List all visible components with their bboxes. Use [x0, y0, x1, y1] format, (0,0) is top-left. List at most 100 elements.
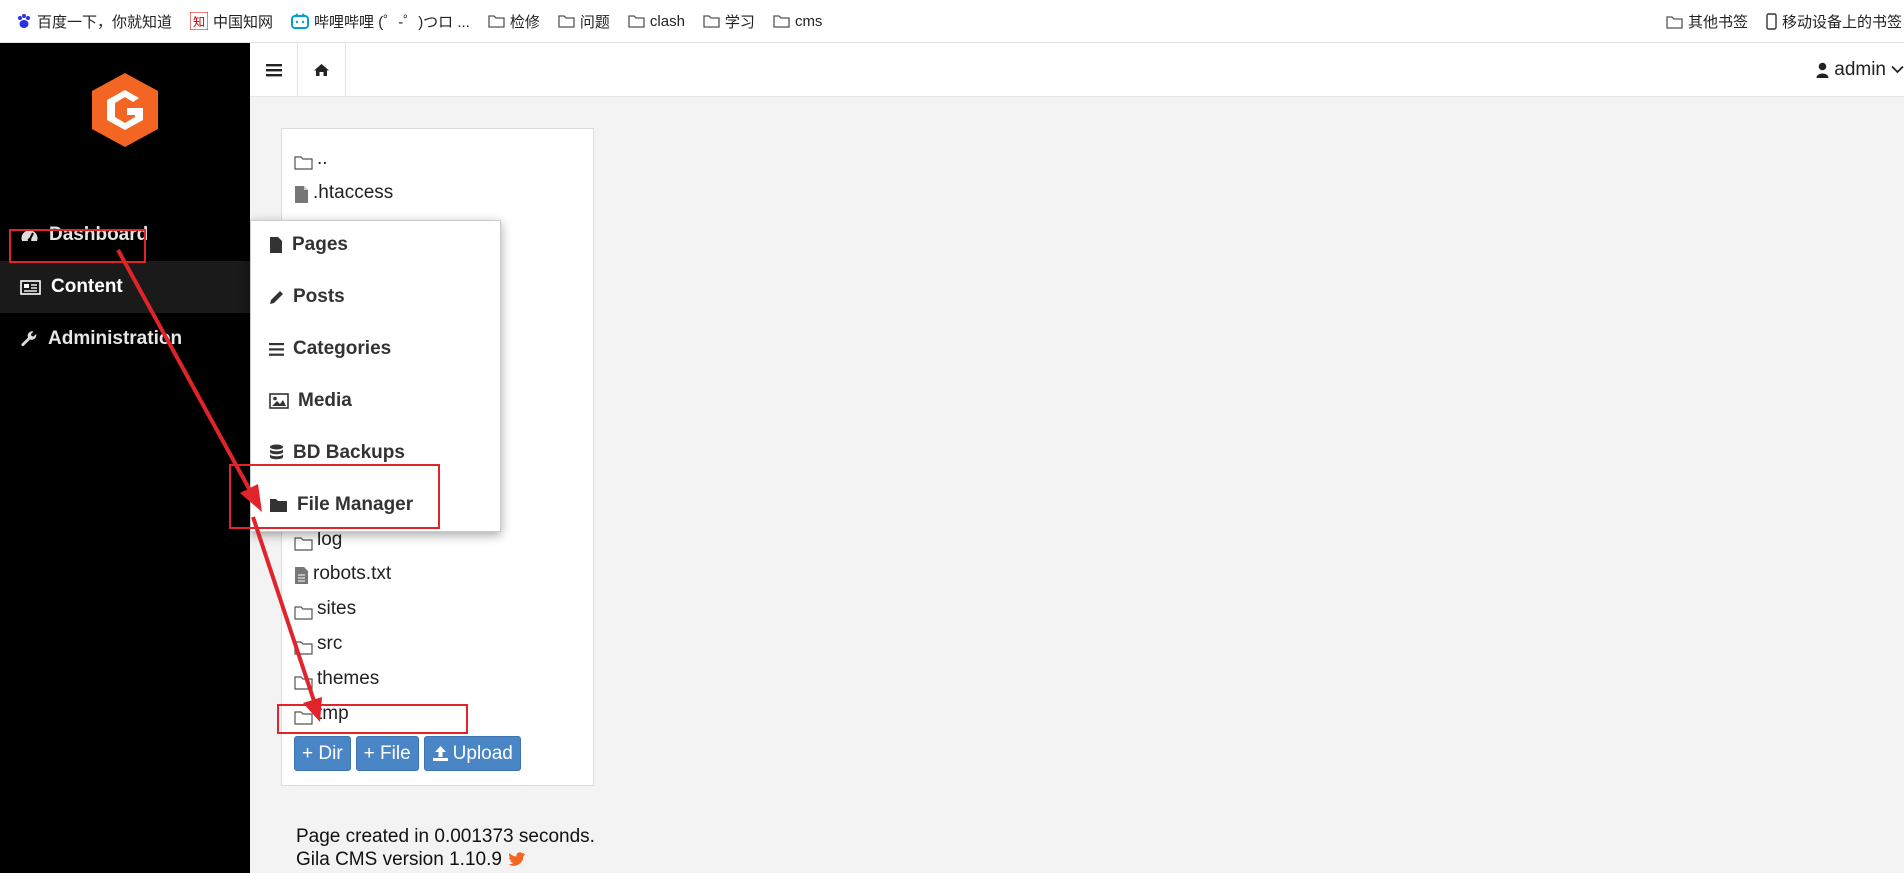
sidebar-item-administration[interactable]: Administration	[0, 313, 250, 365]
file-entry-name: themes	[317, 668, 380, 689]
submenu-item-label: Categories	[293, 338, 392, 359]
add-dir-label: + Dir	[302, 742, 343, 764]
folder-icon	[488, 15, 505, 28]
file-entry[interactable]: sites	[294, 598, 356, 620]
file-icon	[270, 237, 282, 253]
bookmark-other[interactable]: 其他书签	[1666, 0, 1748, 43]
mobile-phone-icon	[1766, 13, 1777, 30]
gila-logo	[89, 71, 161, 154]
text-file-icon	[295, 567, 308, 584]
submenu-item-db-backups[interactable]: BD Backups	[269, 442, 405, 464]
folder-outline-icon	[294, 711, 313, 725]
file-entry[interactable]: themes	[294, 668, 379, 690]
bookmark-label: 中国知网	[213, 13, 274, 31]
file-entry[interactable]: src	[294, 633, 342, 655]
file-entry-name: log	[317, 529, 343, 550]
top-bar: admin	[250, 43, 1904, 97]
sidebar: Dashboard Content Administration	[0, 43, 250, 873]
gila-logo-icon	[92, 73, 158, 147]
home-icon	[314, 63, 329, 76]
folder-outline-icon	[294, 641, 313, 655]
file-icon	[295, 186, 308, 203]
bookmark-label: 哔哩哔哩 (゜-゜)つロ ...	[314, 13, 470, 31]
bookmark-label: cms	[794, 12, 823, 30]
bookmark-mobile-label: 移动设备上的书签	[1782, 14, 1903, 31]
bookmark-cnki[interactable]: 知 中国知网	[190, 11, 273, 32]
database-icon	[270, 444, 283, 460]
bookmark-folder-xuexi[interactable]: 学习	[703, 11, 755, 32]
add-dir-button[interactable]: + Dir	[294, 736, 351, 771]
svg-text:知: 知	[193, 15, 205, 29]
file-entry[interactable]: robots.txt	[294, 563, 391, 585]
file-entry-name: tmp	[317, 703, 349, 724]
dashboard-icon	[21, 230, 38, 242]
user-menu[interactable]: admin	[1816, 43, 1904, 96]
baidu-paw-icon	[18, 14, 30, 28]
add-file-button[interactable]: + File	[355, 736, 419, 771]
sidebar-item-label: Administration	[48, 328, 183, 349]
hamburger-icon	[265, 63, 282, 76]
user-name: admin	[1834, 58, 1886, 80]
folder-outline-icon	[294, 537, 313, 551]
image-icon	[269, 393, 289, 409]
bookmark-folder-cms[interactable]: cms	[773, 12, 823, 30]
bookmark-folder-jianxiu[interactable]: 检修	[488, 11, 540, 32]
file-entry-name: robots.txt	[313, 563, 392, 584]
bookmark-label: 问题	[579, 13, 610, 31]
submenu-item-posts[interactable]: Posts	[269, 286, 345, 308]
folder-icon	[558, 15, 575, 28]
user-icon	[1816, 62, 1829, 78]
wrench-icon	[21, 331, 37, 347]
file-entry[interactable]: .htaccess	[294, 182, 393, 204]
file-entry-name: src	[317, 633, 343, 654]
chevron-down-icon	[1891, 65, 1904, 74]
submenu-item-file-manager[interactable]: File Manager	[269, 494, 413, 516]
submenu-item-label: Posts	[293, 286, 345, 307]
submenu-item-label: File Manager	[297, 494, 414, 515]
folder-icon	[773, 15, 790, 28]
bookmark-mobile[interactable]: 移动设备上的书签	[1766, 0, 1902, 43]
folder-outline-icon	[294, 676, 313, 690]
folder-icon	[628, 15, 645, 28]
sidebar-item-dashboard[interactable]: Dashboard	[0, 209, 250, 261]
upload-label: Upload	[452, 742, 513, 764]
folder-icon	[1666, 15, 1683, 29]
file-entry-name: ..	[317, 148, 328, 169]
page-created-text: Page created in 0.001373 seconds.	[296, 826, 595, 847]
file-entry-name: .htaccess	[313, 182, 394, 203]
version-line: Gila CMS version 1.10.9	[296, 848, 595, 871]
twitter-bird-icon[interactable]	[508, 852, 526, 867]
bilibili-icon	[291, 13, 310, 29]
upload-icon	[432, 746, 448, 761]
home-button[interactable]	[298, 43, 346, 96]
bookmark-label: 百度一下，你就知道	[37, 13, 173, 31]
file-entry[interactable]: ..	[294, 148, 328, 170]
bookmark-folder-clash[interactable]: clash	[628, 13, 685, 30]
submenu-item-label: Media	[298, 390, 352, 411]
file-actions: + Dir + File Upload	[294, 736, 521, 771]
add-file-label: + File	[363, 742, 411, 764]
submenu-item-media[interactable]: Media	[269, 390, 352, 412]
file-entry[interactable]: log	[294, 529, 342, 551]
content-submenu: Pages Posts Categories Media BD Backups …	[250, 220, 501, 532]
folder-outline-icon	[294, 606, 313, 620]
cnki-icon: 知	[190, 12, 209, 30]
sidebar-item-label: Content	[51, 276, 123, 297]
pencil-icon	[270, 290, 283, 304]
version-text: Gila CMS version 1.10.9	[296, 849, 502, 870]
upload-button[interactable]: Upload	[423, 736, 521, 771]
submenu-item-label: BD Backups	[293, 442, 405, 463]
sidebar-item-label: Dashboard	[49, 224, 149, 245]
file-entry[interactable]: tmp	[294, 703, 349, 725]
bookmark-folder-wenti[interactable]: 问题	[558, 11, 610, 32]
bookmark-label: 学习	[724, 13, 755, 31]
bookmark-label: clash	[649, 12, 685, 30]
list-icon	[269, 342, 284, 356]
folder-outline-icon	[294, 156, 313, 170]
menu-toggle-button[interactable]	[250, 43, 298, 96]
bookmark-bilibili[interactable]: 哔哩哔哩 (゜-゜)つロ ...	[291, 11, 470, 32]
bookmark-baidu[interactable]: 百度一下，你就知道	[16, 11, 172, 32]
submenu-item-pages[interactable]: Pages	[269, 234, 348, 256]
sidebar-item-content[interactable]: Content	[0, 261, 250, 313]
submenu-item-categories[interactable]: Categories	[269, 338, 391, 360]
